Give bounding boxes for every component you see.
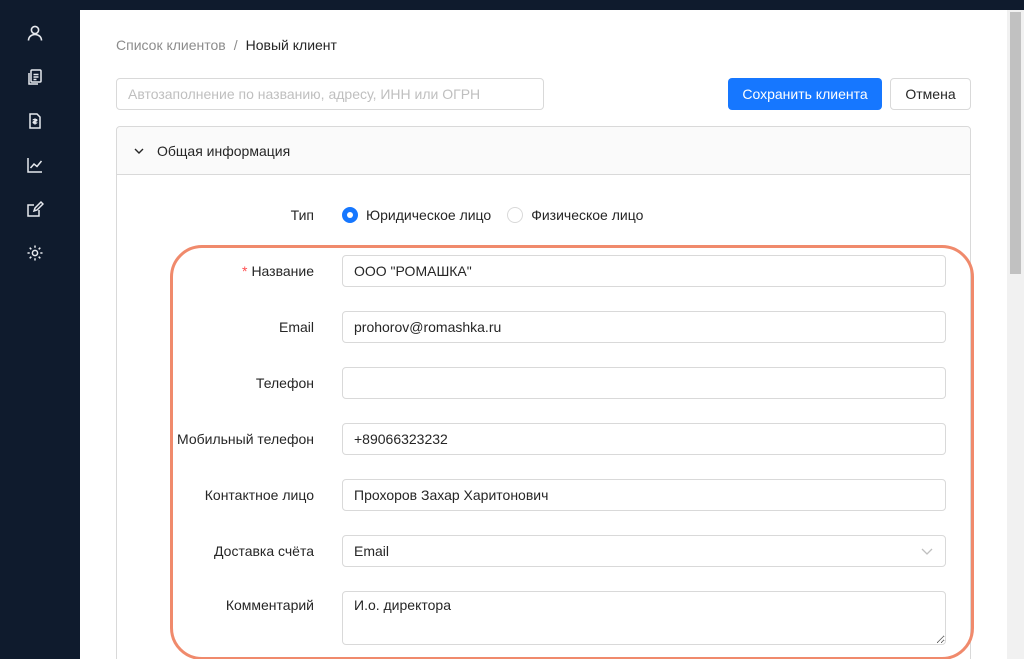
form-row-comment: Комментарий И.о. директора xyxy=(117,591,972,645)
phone-input[interactable] xyxy=(342,367,946,399)
breadcrumb-current: Новый клиент xyxy=(245,37,337,53)
type-label: Тип xyxy=(290,207,314,223)
general-info-panel: Общая информация Тип Юридическое лицо Фи… xyxy=(116,126,971,659)
gear-icon[interactable] xyxy=(24,242,46,264)
documents-icon[interactable] xyxy=(24,66,46,88)
form-row-mobile: Мобильный телефон xyxy=(117,423,972,455)
chart-icon[interactable] xyxy=(24,154,46,176)
top-bar xyxy=(80,0,1024,10)
comment-textarea[interactable]: И.о. директора xyxy=(342,591,946,645)
panel-header[interactable]: Общая информация xyxy=(117,127,970,175)
comment-label: Комментарий xyxy=(225,597,314,613)
name-label-text: Название xyxy=(251,263,314,279)
panel-title: Общая информация xyxy=(157,142,291,159)
radio-checked-icon xyxy=(342,207,358,223)
breadcrumb: Список клиентов / Новый клиент xyxy=(116,37,337,53)
name-label: * Название xyxy=(117,263,328,279)
delivery-select[interactable]: Email xyxy=(342,535,946,567)
required-mark: * xyxy=(241,263,248,279)
main-content: Список клиентов / Новый клиент Сохранить… xyxy=(80,10,1007,659)
type-option-individual-label: Физическое лицо xyxy=(531,207,644,223)
delivery-label: Доставка счёта xyxy=(214,543,314,559)
save-client-button[interactable]: Сохранить клиента xyxy=(728,78,882,110)
radio-unchecked-icon xyxy=(507,207,524,223)
user-icon[interactable] xyxy=(24,22,46,44)
breadcrumb-parent-link[interactable]: Список клиентов xyxy=(116,37,226,53)
autofill-search-input[interactable] xyxy=(116,78,544,110)
delivery-select-value: Email xyxy=(354,543,390,559)
sidebar xyxy=(0,0,80,659)
chevron-down-icon xyxy=(134,148,144,154)
form-row-contact: Контактное лицо xyxy=(117,479,972,511)
mobile-input[interactable] xyxy=(342,423,946,455)
contact-label: Контактное лицо xyxy=(204,487,314,503)
cancel-button[interactable]: Отмена xyxy=(890,78,971,110)
form-row-name: * Название xyxy=(117,255,972,287)
breadcrumb-separator: / xyxy=(233,37,238,53)
scrollbar-thumb[interactable] xyxy=(1010,12,1021,274)
name-input[interactable] xyxy=(342,255,946,287)
mobile-label: Мобильный телефон xyxy=(177,431,314,447)
form-row-phone: Телефон xyxy=(117,367,972,399)
contact-input[interactable] xyxy=(342,479,946,511)
email-label: Email xyxy=(278,319,314,335)
invoice-icon[interactable] xyxy=(24,110,46,132)
email-input[interactable] xyxy=(342,311,946,343)
type-radio-group: Юридическое лицо Физическое лицо xyxy=(342,207,643,223)
type-option-legal[interactable]: Юридическое лицо xyxy=(342,207,491,223)
chevron-down-icon xyxy=(921,548,933,555)
phone-label: Телефон xyxy=(255,375,314,391)
edit-icon[interactable] xyxy=(24,198,46,220)
type-option-individual[interactable]: Физическое лицо xyxy=(507,207,643,223)
form-row-delivery: Доставка счёта Email xyxy=(117,535,972,567)
scrollbar[interactable] xyxy=(1007,10,1024,659)
form-row-type: Тип Юридическое лицо Физическое лицо xyxy=(117,199,972,231)
form-row-email: Email xyxy=(117,311,972,343)
type-option-legal-label: Юридическое лицо xyxy=(366,207,492,223)
